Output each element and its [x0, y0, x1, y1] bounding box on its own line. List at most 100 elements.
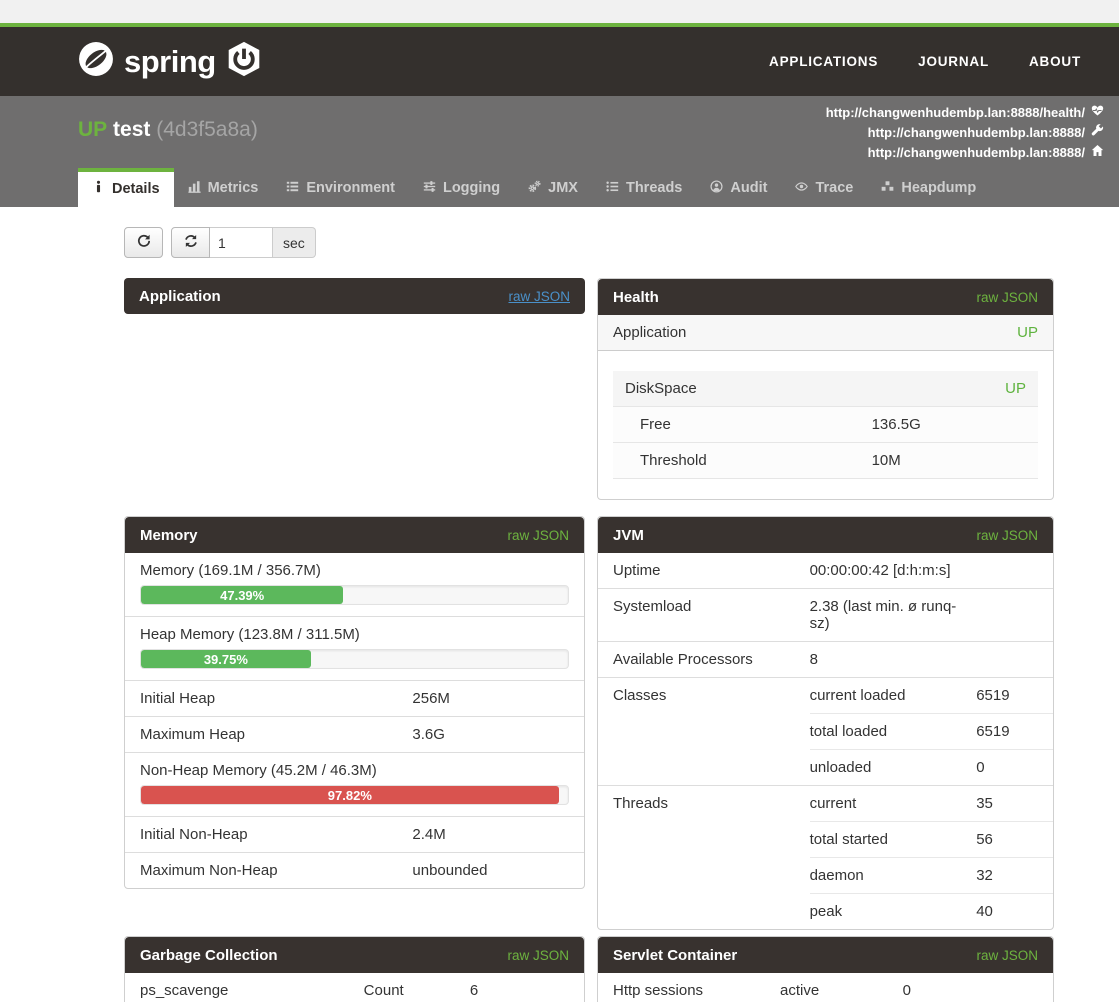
- key-value-pair: 8: [810, 642, 1053, 677]
- status-badge: UP: [78, 118, 107, 141]
- pair-key: active: [780, 982, 903, 999]
- pair-key: unloaded: [810, 759, 977, 776]
- panel-application-heading: Application raw JSON: [124, 278, 585, 314]
- tab-label: Environment: [306, 180, 395, 196]
- raw-json-link[interactable]: raw JSON: [976, 528, 1038, 543]
- tab-threads[interactable]: Threads: [592, 168, 696, 207]
- raw-json-link[interactable]: raw JSON: [507, 948, 569, 963]
- url-text: http://changwenhudembp.lan:8888/health/: [826, 103, 1085, 123]
- pair-key: daemon: [810, 867, 977, 884]
- refresh-interval-input[interactable]: [210, 227, 273, 258]
- raw-json-link[interactable]: raw JSON: [508, 289, 570, 304]
- panel-health-heading: Health raw JSON: [598, 279, 1053, 315]
- panel-servlet-container: Servlet Container raw JSON Http sessions…: [597, 936, 1054, 1002]
- panel-application: Application raw JSON: [124, 278, 585, 314]
- nav-link-about[interactable]: ABOUT: [1029, 54, 1081, 69]
- kv-value: unbounded: [412, 862, 569, 879]
- application-urls: http://changwenhudembp.lan:8888/health/h…: [826, 103, 1104, 163]
- raw-json-link[interactable]: raw JSON: [976, 948, 1038, 963]
- panel-title: Application: [139, 288, 221, 305]
- service-url[interactable]: http://changwenhudembp.lan:8888/health/: [826, 103, 1104, 123]
- list-ul-icon: [606, 180, 619, 197]
- list-alt-icon: [286, 180, 299, 197]
- tab-label: Logging: [443, 180, 500, 196]
- detail-value: 10M: [872, 452, 1026, 469]
- wrench-icon: [1091, 123, 1104, 143]
- row-values: 2.38 (last min. ø runq-sz): [810, 589, 1053, 641]
- tab-bar: Details Metrics Environment Logging JMX Threa…: [78, 168, 990, 207]
- url-text: http://changwenhudembp.lan:8888/: [868, 143, 1085, 163]
- row-label: Threads: [598, 786, 810, 929]
- panel-title: Health: [613, 289, 659, 306]
- raw-json-link[interactable]: raw JSON: [976, 290, 1038, 305]
- tab-heapdump[interactable]: Heapdump: [867, 168, 990, 207]
- row-values: 8: [810, 642, 1053, 677]
- pair-value: 32: [976, 867, 1041, 884]
- key-value-pair: unloaded0: [810, 749, 1053, 785]
- kv-label: Maximum Non-Heap: [140, 862, 412, 879]
- auto-refresh-group: sec: [171, 227, 316, 258]
- row-label: Systemload: [598, 589, 810, 641]
- health-label: DiskSpace: [625, 380, 697, 397]
- eye-icon: [795, 180, 808, 197]
- gc-row: ps_scavengeCount6: [125, 973, 584, 1002]
- bar-chart-icon: [188, 180, 201, 197]
- refresh-once-button[interactable]: [124, 227, 163, 258]
- pair-value: 6519: [976, 723, 1041, 740]
- health-row: DiskSpaceUP: [613, 371, 1038, 406]
- spring-boot-power-icon: [226, 41, 262, 82]
- progress-track: 39.75%: [140, 649, 569, 669]
- tab-environment[interactable]: Environment: [272, 168, 409, 207]
- main-content: sec Application raw JSON Health raw JSON…: [0, 227, 1119, 1002]
- key-value-pair: current35: [810, 786, 1053, 821]
- spring-brand[interactable]: spring: [78, 41, 262, 82]
- detail-label: Free: [640, 416, 872, 433]
- panel-memory: Memory raw JSON Memory (169.1M / 356.7M)…: [124, 516, 585, 889]
- tab-label: Heapdump: [901, 180, 976, 196]
- tab-label: Threads: [626, 180, 682, 196]
- key-value-pair: Count6: [364, 973, 584, 1002]
- progress-bar: 47.39%: [141, 586, 343, 604]
- pair-key: total loaded: [810, 723, 977, 740]
- key-value-pair: active0: [780, 973, 1053, 1002]
- pair-value: 6: [470, 982, 572, 999]
- row-values: Count6: [364, 973, 584, 1002]
- tab-trace[interactable]: Trace: [781, 168, 867, 207]
- pair-value: 0: [903, 982, 1041, 999]
- tab-jmx[interactable]: JMX: [514, 168, 592, 207]
- tab-audit[interactable]: Audit: [696, 168, 781, 207]
- key-value-pair: total started56: [810, 821, 1053, 857]
- health-detail-row: Threshold10M: [613, 442, 1038, 479]
- pair-key: 00:00:00:42 [d:h:m:s]: [810, 562, 977, 579]
- tab-metrics[interactable]: Metrics: [174, 168, 273, 207]
- navbar: spring APPLICATIONS JOURNAL ABOUT: [0, 27, 1119, 96]
- tab-details[interactable]: Details: [78, 168, 174, 207]
- nav-link-journal[interactable]: JOURNAL: [918, 54, 989, 69]
- refresh-toolbar: sec: [124, 227, 1119, 258]
- jvm-row: Classescurrent loaded6519total loaded651…: [598, 677, 1053, 785]
- tab-logging[interactable]: Logging: [409, 168, 514, 207]
- pair-key: Count: [364, 982, 470, 999]
- health-status: UP: [1017, 324, 1038, 341]
- panel-title: Memory: [140, 527, 198, 544]
- panel-gc-heading: Garbage Collection raw JSON: [125, 937, 584, 973]
- tab-label: Audit: [730, 180, 767, 196]
- application-header: UP test (4d3f5a8a) http://changwenhudemb…: [0, 96, 1119, 207]
- service-url[interactable]: http://changwenhudembp.lan:8888/: [826, 123, 1104, 143]
- tab-label: Metrics: [208, 180, 259, 196]
- user-icon: [710, 180, 723, 197]
- refresh-unit-addon: sec: [273, 227, 316, 258]
- application-id: (4d3f5a8a): [156, 118, 258, 141]
- pair-key: 8: [810, 651, 977, 668]
- panel-health: Health raw JSON ApplicationUPDiskSpaceUP…: [597, 278, 1054, 500]
- row-label: Available Processors: [598, 642, 810, 677]
- kv-value: 256M: [412, 690, 569, 707]
- nav-link-applications[interactable]: APPLICATIONS: [769, 54, 878, 69]
- pair-value: [976, 651, 1041, 668]
- auto-refresh-button[interactable]: [171, 227, 210, 258]
- raw-json-link[interactable]: raw JSON: [507, 528, 569, 543]
- memory-kv-row: Maximum Non-Heapunbounded: [125, 852, 584, 888]
- detail-label: Threshold: [640, 452, 872, 469]
- kv-label: Maximum Heap: [140, 726, 412, 743]
- service-url[interactable]: http://changwenhudembp.lan:8888/: [826, 143, 1104, 163]
